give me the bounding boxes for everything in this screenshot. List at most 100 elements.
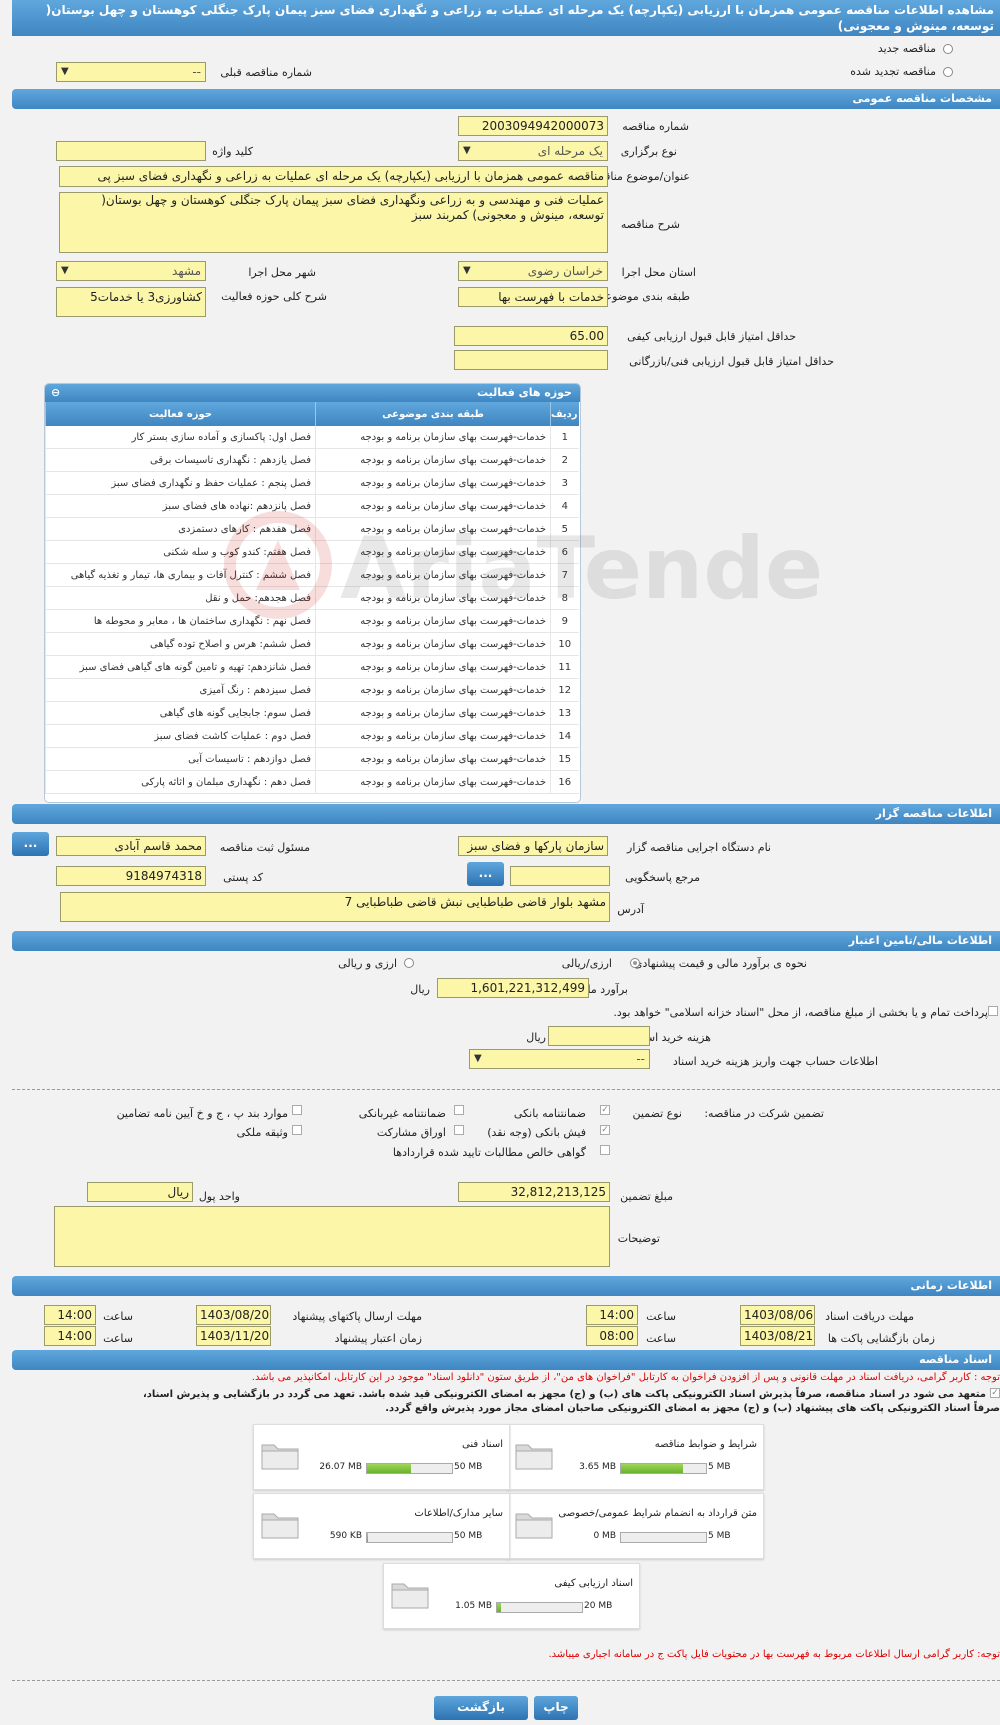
type-label: نوع برگزاری — [620, 145, 677, 158]
submit-time: 14:00 — [44, 1305, 96, 1325]
col-activity-header[interactable]: حوزه فعالیت — [45, 402, 316, 426]
divider — [12, 1089, 1000, 1090]
price-list-note: توجه: کاربر گرامی ارسال اطلاعات مربوط به… — [548, 1649, 1000, 1660]
table-row[interactable]: 16 خدمات-فهرست بهای سازمان برنامه و بودجه… — [45, 770, 579, 794]
table-row[interactable]: 14 خدمات-فهرست بهای سازمان برنامه و بودجه… — [45, 724, 579, 748]
file-size: 0 MB — [593, 1531, 616, 1541]
file-size: 26.07 MB — [319, 1462, 362, 1472]
table-row[interactable]: 3 خدمات-فهرست بهای سازمان برنامه و بودجه ف… — [45, 471, 579, 495]
certificate-checkbox[interactable] — [600, 1145, 610, 1155]
validity-time: 14:00 — [44, 1326, 96, 1346]
nonbank-guarantee-checkbox[interactable] — [454, 1105, 464, 1115]
open-time: 08:00 — [586, 1326, 638, 1346]
ref-field[interactable] — [510, 866, 610, 886]
table-row[interactable]: 10 خدمات-فهرست بهای سازمان برنامه و بودجه… — [45, 632, 579, 656]
doc-file-1[interactable]: اسناد فنی 26.07 MB 50 MB — [253, 1424, 510, 1490]
receive-date: 1403/08/06 — [740, 1305, 815, 1325]
file-max-size: 5 MB — [708, 1531, 731, 1541]
col-row-header[interactable]: ردیف — [550, 402, 579, 426]
folder-icon — [515, 1444, 553, 1470]
estimate-method-label: نحوه ی برآورد مالی و قیمت پیشنهادی — [633, 957, 807, 970]
account-select[interactable]: -- ▼ — [469, 1049, 650, 1069]
upload-progress-fill — [367, 1533, 369, 1542]
documents-note: توجه : کاربر گرامی، دریافت اسناد در مهلت… — [251, 1372, 1000, 1383]
doc-cost-field — [548, 1026, 650, 1046]
upload-progress-fill — [497, 1603, 502, 1612]
bank-guarantee-checkbox[interactable]: ✓ — [600, 1105, 610, 1115]
back-button[interactable]: بازگشت — [434, 1696, 528, 1720]
row-number-cell: 12 — [550, 678, 579, 702]
col-category-header[interactable]: طبقه بندی موضوعی — [315, 402, 551, 426]
row-number-cell: 1 — [550, 426, 579, 449]
bonds-checkbox[interactable] — [454, 1125, 464, 1135]
file-max-size: 5 MB — [708, 1462, 731, 1472]
doc-file-0[interactable]: شرایط و ضوابط مناقصه 3.65 MB 5 MB — [507, 1424, 764, 1490]
collapse-icon[interactable]: ⊖ — [51, 384, 60, 402]
upload-progress-fill — [367, 1464, 412, 1473]
folder-icon — [261, 1513, 299, 1539]
type-value: یک مرحله ای — [537, 144, 603, 158]
table-row[interactable]: 15 خدمات-فهرست بهای سازمان برنامه و بودجه… — [45, 747, 579, 771]
table-row[interactable]: 2 خدمات-فهرست بهای سازمان برنامه و بودجه ف… — [45, 448, 579, 472]
property-checkbox[interactable] — [292, 1125, 302, 1135]
category-cell: خدمات-فهرست بهای سازمان برنامه و بودجه — [315, 471, 551, 495]
file-max-size: 50 MB — [454, 1531, 483, 1541]
treasury-checkbox[interactable] — [988, 1006, 998, 1016]
postal-field: 9184974318 — [56, 866, 206, 886]
activity-cell: فصل دوازدهم : تاسیسات آبی — [45, 747, 316, 771]
watermark-text: AriaTender.neT — [340, 519, 820, 619]
province-select[interactable]: خراسان رضوی ▼ — [458, 261, 608, 281]
activity-grid-title: حوزه های فعالیت — [477, 386, 572, 399]
ref-label: مرجع پاسخگویی — [625, 871, 700, 884]
row-number-cell: 13 — [550, 701, 579, 725]
ref-lookup-button[interactable]: ... — [467, 862, 504, 886]
doc-file-4[interactable]: اسناد ارزیابی کیفی 1.05 MB 20 MB — [383, 1563, 640, 1629]
file-name: اسناد ارزیابی کیفی — [554, 1578, 633, 1589]
table-row[interactable]: 12 خدمات-فهرست بهای سازمان برنامه و بودجه… — [45, 678, 579, 702]
certificate-label: گواهی خالص مطالبات تایید شده قراردادها — [392, 1146, 586, 1159]
prev-number-select[interactable]: -- ▼ — [56, 62, 206, 82]
renewed-tender-radio[interactable] — [943, 67, 953, 77]
file-name: شرایط و ضوابط مناقصه — [654, 1439, 757, 1450]
province-value: خراسان رضوی — [527, 264, 603, 278]
clause-items-checkbox[interactable] — [292, 1105, 302, 1115]
row-number-cell: 16 — [550, 770, 579, 794]
prev-number-label: شماره مناقصه قبلی — [220, 66, 312, 79]
receive-label: مهلت دریافت اسناد — [825, 1310, 914, 1323]
subject-field: مناقصه عمومی همزمان با ارزیابی (یکپارچه)… — [59, 166, 608, 187]
table-row[interactable]: 11 خدمات-فهرست بهای سازمان برنامه و بودجه… — [45, 655, 579, 679]
prev-number-value: -- — [192, 65, 201, 79]
doc-file-3[interactable]: سایر مدارک/اطلاعات 590 KB 50 MB — [253, 1493, 510, 1559]
doc-file-2[interactable]: متن قرارداد به انضمام شرایط عمومی/خصوصی 0… — [507, 1493, 764, 1559]
activity-desc-label: شرح کلی حوزه فعالیت — [221, 290, 327, 303]
chevron-down-icon: ▼ — [463, 265, 471, 276]
table-row[interactable]: 1 خدمات-فهرست بهای سازمان برنامه و بودجه ف… — [45, 426, 579, 449]
receive-time-label: ساعت — [646, 1310, 676, 1323]
rial-radio[interactable] — [404, 958, 414, 968]
cash-receipt-checkbox[interactable]: ✓ — [600, 1125, 610, 1135]
officer-field: محمد قاسم آبادی — [56, 836, 206, 856]
row-number-cell: 15 — [550, 747, 579, 771]
new-tender-label: مناقصه جدید — [877, 42, 936, 55]
keyword-field[interactable] — [56, 141, 206, 161]
category-cell: خدمات-فهرست بهای سازمان برنامه و بودجه — [315, 770, 551, 794]
commit-text-2: صرفاً اسناد الکترونیکی پاکت های پیشنهاد … — [385, 1403, 1000, 1414]
table-row[interactable]: 13 خدمات-فهرست بهای سازمان برنامه و بودجه… — [45, 701, 579, 725]
treasury-note: پرداخت تمام و یا بخشی از مبلغ مناقصه، از… — [613, 1006, 988, 1019]
city-value: مشهد — [172, 264, 201, 278]
city-select[interactable]: مشهد ▼ — [56, 261, 206, 281]
folder-icon — [261, 1444, 299, 1470]
currency-radio[interactable] — [630, 958, 640, 968]
account-label: اطلاعات حساب جهت واریز هزینه خرید اسناد — [672, 1055, 878, 1068]
estimate-unit: ریال — [410, 983, 430, 996]
address-field: مشهد بلوار قاضی طباطبایی نبش قاضی طباطبا… — [60, 892, 610, 922]
notes-field — [54, 1206, 610, 1267]
new-tender-radio[interactable] — [943, 44, 953, 54]
type-select[interactable]: یک مرحله ای ▼ — [458, 141, 608, 161]
folder-icon — [391, 1583, 429, 1609]
print-button[interactable]: چاپ — [534, 1696, 578, 1720]
category-cell: خدمات-فهرست بهای سازمان برنامه و بودجه — [315, 655, 551, 679]
officer-lookup-button[interactable]: ... — [12, 832, 49, 856]
min-tech-field — [454, 350, 608, 370]
page-title: مشاهده اطلاعات مناقصه عمومی همزمان با ار… — [12, 0, 1000, 36]
